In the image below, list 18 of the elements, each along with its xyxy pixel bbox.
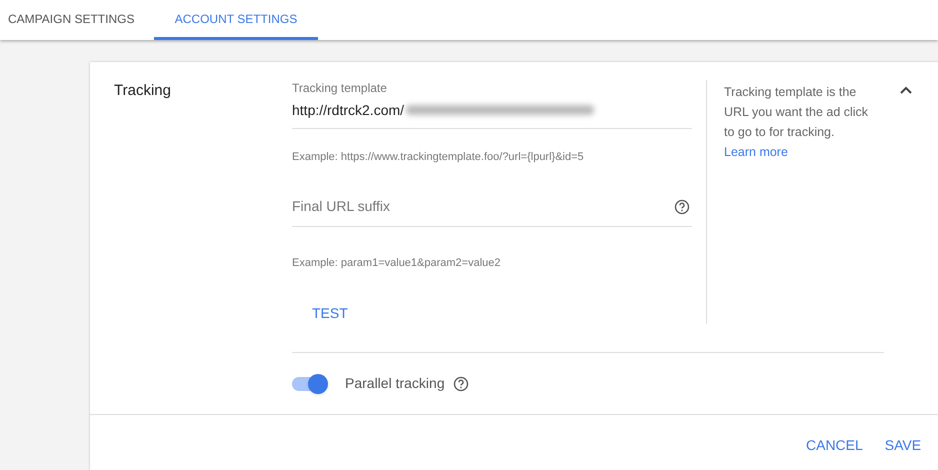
tracking-template-field[interactable]: http://rdtrck2.com/ [292, 100, 692, 120]
toggle-label: Parallel tracking [345, 374, 445, 393]
chevron-icon [900, 86, 912, 94]
tab[interactable]: ACCOUNT SETTINGS [154, 0, 318, 40]
save-button[interactable]: SAVE [876, 429, 930, 462]
final-url-suffix-field[interactable]: Final URL suffix [292, 196, 674, 217]
field-hint: Example: https://www.trackingtemplate.foo/?url={lpurl}&id=5 [292, 150, 585, 165]
field-hint: Example: param1=value1&param2=value2 [292, 256, 502, 270]
help-text: Tracking template is the URL you want the ad click to go to for tracking. Learn more [724, 84, 870, 161]
help-icon[interactable] [674, 198, 690, 214]
test-button[interactable]: TEST [304, 299, 356, 328]
field-label: Tracking template [292, 80, 388, 96]
tab[interactable]: CAMPAIGN SETTINGS [0, 0, 146, 40]
learn-more-link[interactable]: Learn more [724, 145, 788, 159]
toggle-switch[interactable] [292, 372, 328, 394]
section-title: Tracking [113, 81, 172, 101]
cancel-button[interactable]: CANCEL [798, 429, 871, 462]
help-icon[interactable] [452, 376, 469, 392]
